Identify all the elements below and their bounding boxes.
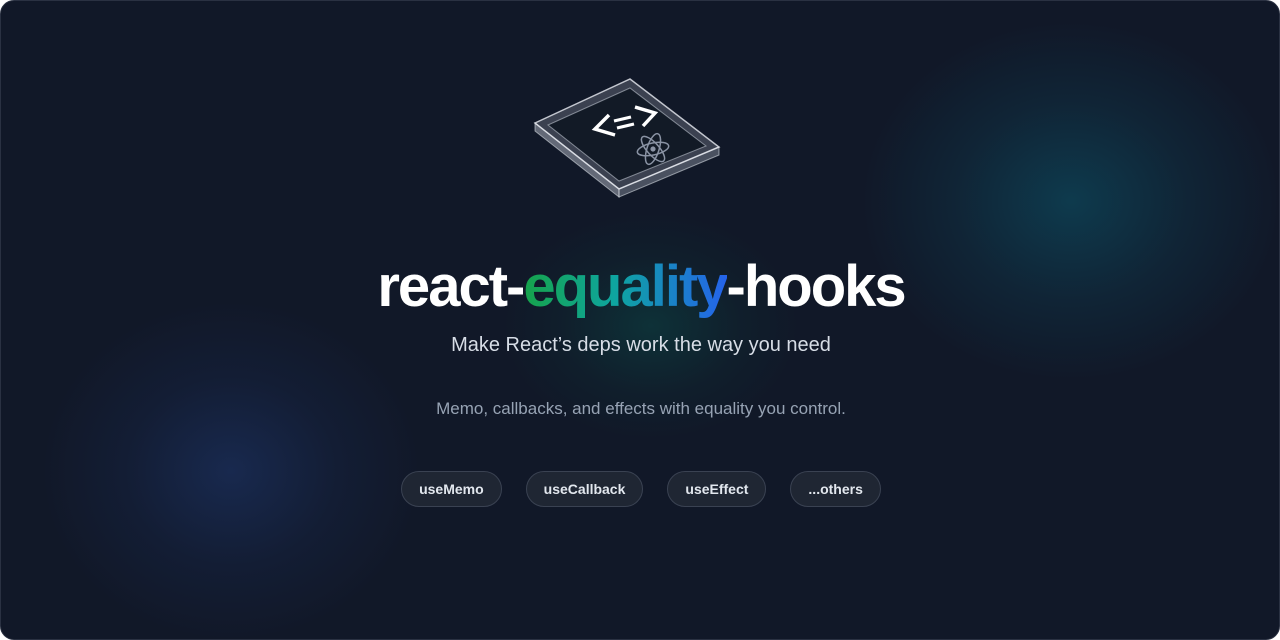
pill-usememo: useMemo bbox=[401, 471, 502, 507]
hook-pill-list: useMemo useCallback useEffect ...others bbox=[1, 471, 1279, 507]
tagline: Memo, callbacks, and effects with equali… bbox=[436, 399, 846, 418]
page-title: react-equality-hooks bbox=[1, 249, 1279, 325]
logo bbox=[521, 71, 741, 211]
background-glow-right bbox=[861, 21, 1279, 381]
subtitle: Make React’s deps work the way you need bbox=[451, 334, 831, 356]
social-card: react-equality-hooks Make React’s deps w… bbox=[0, 0, 1280, 640]
pill-useeffect: useEffect bbox=[667, 471, 767, 507]
transparent-box-icon bbox=[533, 78, 721, 199]
title-suffix: -hooks bbox=[726, 254, 907, 319]
title-prefix: react- bbox=[377, 254, 525, 319]
title-accent: equality bbox=[523, 254, 728, 319]
pill-others: ...others bbox=[790, 471, 881, 507]
pill-usecallback: useCallback bbox=[525, 471, 644, 507]
